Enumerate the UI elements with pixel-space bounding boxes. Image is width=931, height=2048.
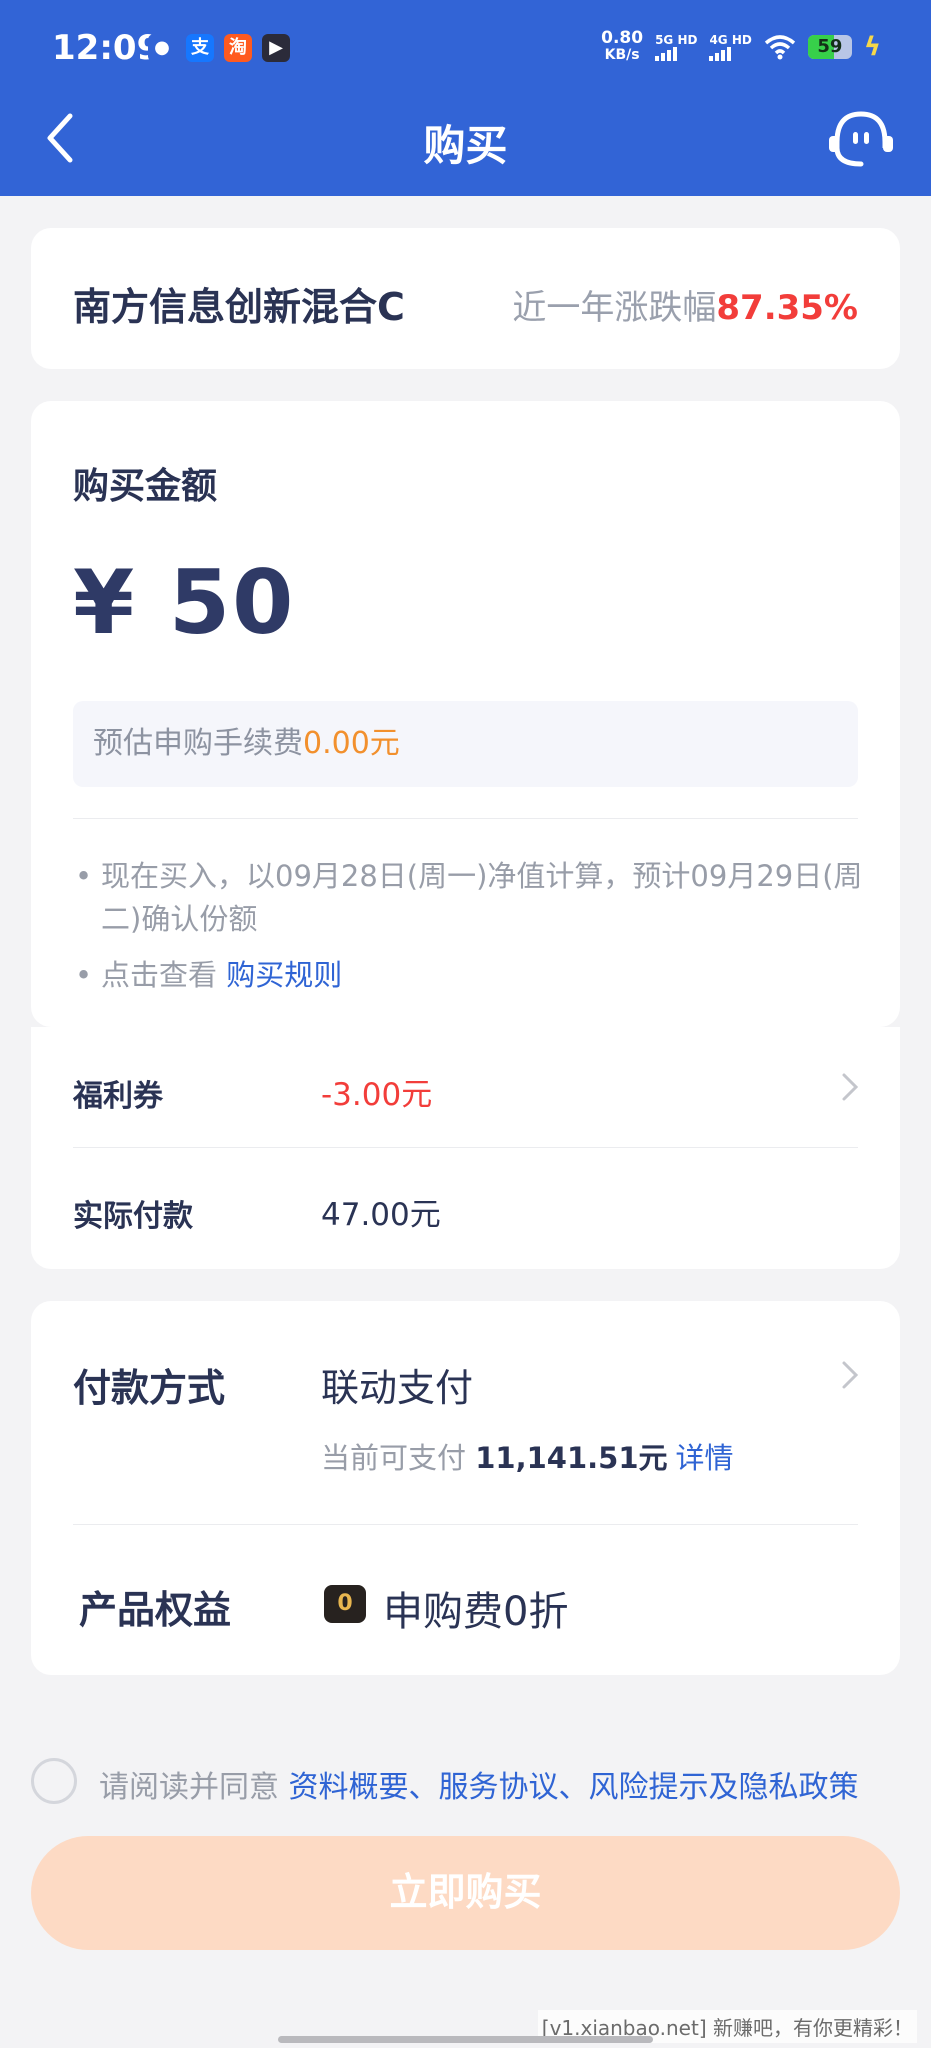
actual-payment-label: 实际付款 <box>73 1199 193 1234</box>
amount-input[interactable]: ¥ 50 <box>73 551 295 654</box>
charging-icon: ϟ <box>863 32 881 62</box>
taobao-icon: 淘 <box>224 34 252 62</box>
amount-label: 购买金额 <box>73 466 218 507</box>
note-text: 现在买入，以09月28日(周一)净值计算，预计09月29日(周二)确认份额 <box>101 859 863 936</box>
agreement-prefix: 请阅读并同意 <box>99 1770 289 1805</box>
customer-service-icon[interactable] <box>827 108 895 170</box>
battery-level: 59 <box>817 36 843 57</box>
wifi-icon <box>764 35 795 60</box>
fee-value: 0.00元 <box>303 726 400 761</box>
available-prefix: 当前可支付 <box>321 1441 476 1475</box>
purchase-rules-link[interactable]: 购买规则 <box>226 958 342 992</box>
speed-unit: KB/s <box>604 47 640 63</box>
coupon-label: 福利券 <box>73 1079 163 1114</box>
status-indicators: 0.80 KB/s 5G HD 4G HD 59 ϟ <box>601 30 881 64</box>
fund-change-value: 87.35% <box>716 288 858 328</box>
signal-4g: 4G HD <box>709 33 752 61</box>
signal-bars-icon <box>655 47 697 61</box>
purchase-timing-note: • 现在买入，以09月28日(周一)净值计算，预计09月29日(周二)确认份额 <box>73 855 873 941</box>
discount-badge-icon: 0 <box>324 1585 366 1623</box>
top-bar: 12:09 ● 支 淘 ▶ 0.80 KB/s 5G HD 4G HD 59 ϟ <box>0 0 931 196</box>
signal-4g-label: 4G HD <box>709 33 752 47</box>
divider <box>73 1147 858 1148</box>
alipay-icon: 支 <box>186 34 214 62</box>
actual-payment-value: 47.00元 <box>321 1197 441 1233</box>
signal-5g: 5G HD <box>655 33 697 61</box>
payment-card: 付款方式 联动支付 当前可支付 11,141.51元 详情 产品权益 0 申购费0… <box>31 1301 900 1675</box>
available-value: 11,141.51元 <box>475 1441 668 1475</box>
wechat-icon: ● <box>148 34 176 62</box>
available-balance: 当前可支付 11,141.51元 详情 <box>321 1435 734 1477</box>
payment-method-row[interactable]: 付款方式 联动支付 当前可支付 11,141.51元 详情 <box>31 1301 900 1521</box>
chevron-right-icon <box>842 1361 859 1389</box>
coupon-row[interactable]: 福利券 -3.00元 <box>31 1027 900 1148</box>
fund-info-card: 南方信息创新混合C 近一年涨跌幅87.35% <box>31 228 900 369</box>
details-link[interactable]: 详情 <box>676 1441 734 1475</box>
agreement-text: 请阅读并同意 资料概要、服务协议、风险提示及隐私政策 <box>99 1762 859 1806</box>
divider <box>73 1524 858 1525</box>
fund-name: 南方信息创新混合C <box>73 285 405 329</box>
purchase-rules-note: • 点击查看 购买规则 <box>73 954 873 997</box>
speed-value: 0.80 <box>601 28 644 48</box>
chevron-right-icon <box>842 1073 859 1101</box>
bullet-dot: • <box>75 859 93 893</box>
video-app-icon: ▶ <box>262 34 290 62</box>
payment-method-name: 联动支付 <box>321 1366 474 1410</box>
product-benefit-label: 产品权益 <box>79 1588 232 1632</box>
signal-5g-label: 5G HD <box>655 33 698 47</box>
buy-now-button[interactable]: 立即购买 <box>31 1836 900 1950</box>
bullet-dot: • <box>75 958 93 992</box>
agreement-checkbox[interactable] <box>31 1758 77 1804</box>
fund-yearly-change: 近一年涨跌幅87.35% <box>512 280 858 329</box>
network-speed: 0.80 KB/s <box>601 30 643 64</box>
coupon-value: -3.00元 <box>321 1077 433 1113</box>
signal-bars-icon <box>709 47 751 61</box>
fund-change-label: 近一年涨跌幅 <box>512 288 717 328</box>
product-benefit-text: 申购费0折 <box>383 1589 569 1635</box>
page-title: 购买 <box>423 121 508 170</box>
status-time: 12:09 <box>52 28 161 68</box>
fee-label: 预估申购手续费 <box>93 726 303 761</box>
purchase-amount-card: 购买金额 ¥ 50 预估申购手续费0.00元 • 现在买入，以09月28日(周一… <box>31 401 900 1027</box>
note-prefix: 点击查看 <box>101 958 227 992</box>
agreement-link[interactable]: 资料概要、服务协议、风险提示及隐私政策 <box>289 1770 859 1805</box>
fee-estimate-box: 预估申购手续费0.00元 <box>73 701 858 787</box>
agreement-row: 请阅读并同意 资料概要、服务协议、风险提示及隐私政策 <box>31 1758 911 1806</box>
battery-icon: 59 <box>807 35 852 59</box>
payment-method-label: 付款方式 <box>73 1366 226 1410</box>
status-app-icons: ● 支 淘 ▶ <box>148 34 290 62</box>
divider <box>73 818 858 819</box>
coupon-card: 福利券 -3.00元 实际付款 47.00元 <box>31 1027 900 1269</box>
home-indicator[interactable] <box>278 2036 653 2043</box>
